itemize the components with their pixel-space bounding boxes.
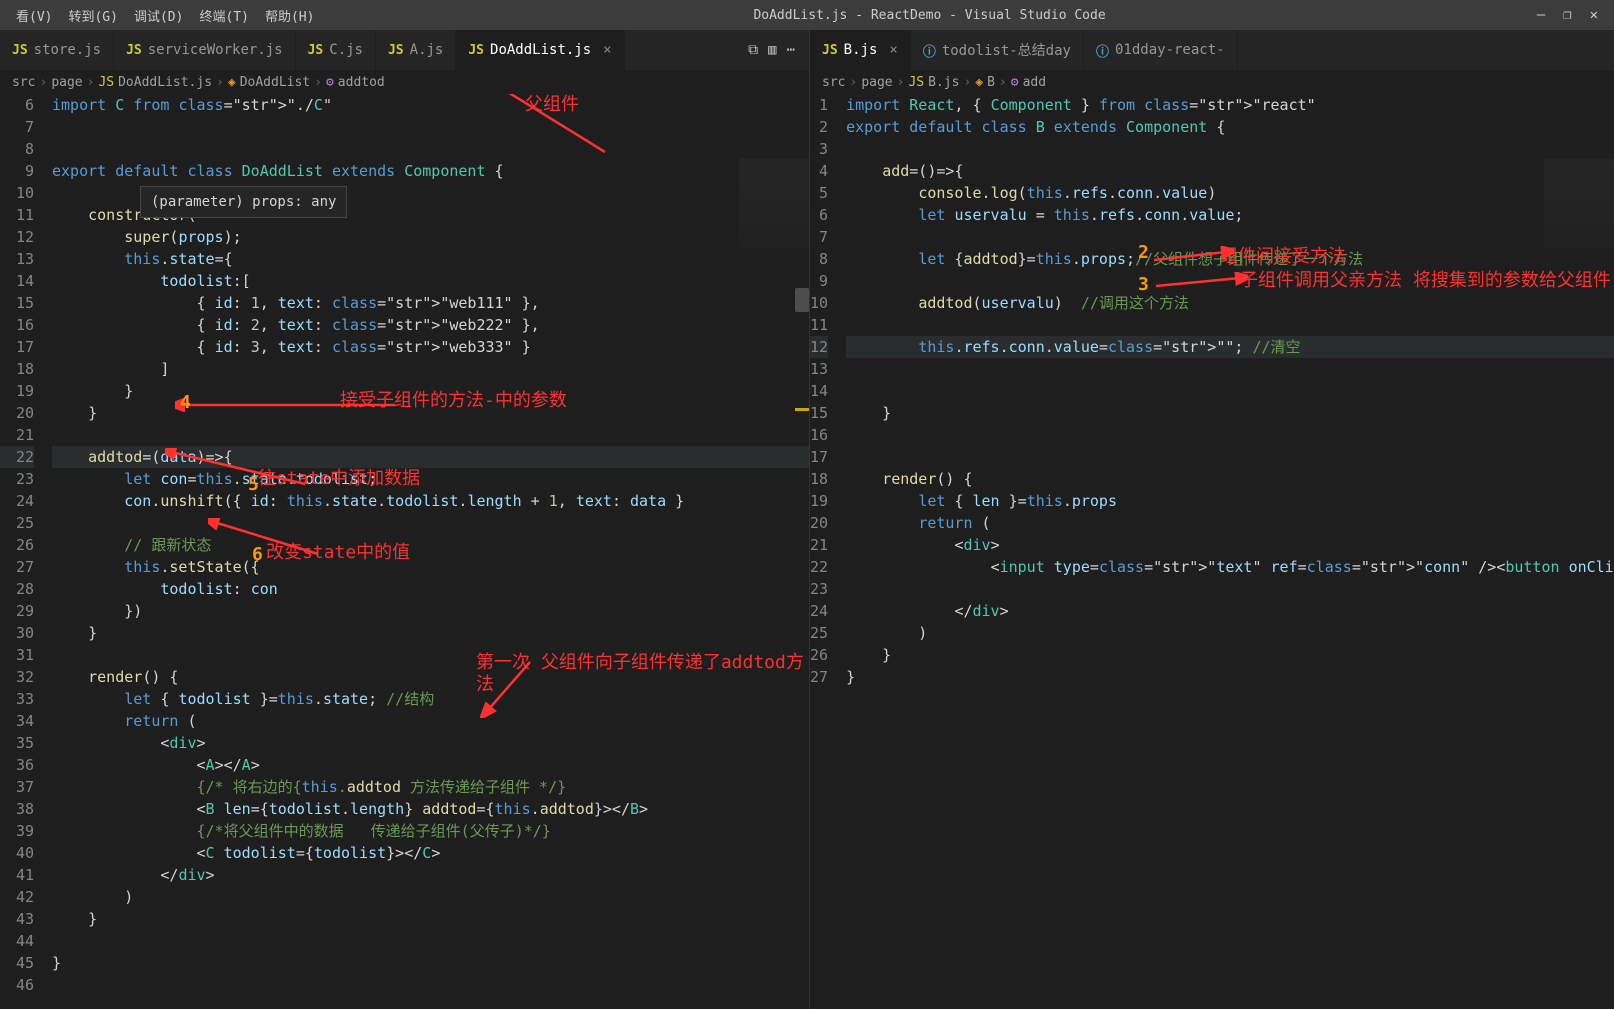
gutter: 6789101112131415161718192021222324252627…: [0, 94, 52, 1009]
menu-view[interactable]: 看(V): [8, 2, 60, 29]
tab-01dday[interactable]: ⓘ01dday-react-: [1084, 30, 1238, 70]
menu-help[interactable]: 帮助(H): [257, 2, 322, 29]
js-icon: JS: [12, 43, 28, 58]
js-icon: JS: [822, 43, 838, 58]
menu-debug[interactable]: 调试(D): [126, 2, 191, 29]
tab-a[interactable]: JSA.js: [376, 30, 456, 70]
annot-num-2: 2: [1138, 242, 1149, 264]
md-icon: ⓘ: [1096, 41, 1109, 60]
annot-num-3: 3: [1138, 274, 1149, 296]
tab-b[interactable]: JSB.js×: [810, 30, 911, 70]
parameter-hint: (parameter) props: any: [140, 186, 347, 218]
compare-icon[interactable]: ⧉: [748, 42, 758, 58]
tabs-right: JSB.js× ⓘtodolist-总结day ⓘ01dday-react-: [810, 30, 1614, 70]
split-view: JSstore.js JSserviceWorker.js JSC.js JSA…: [0, 30, 1614, 1009]
menu-terminal[interactable]: 终端(T): [191, 2, 256, 29]
tab-c[interactable]: JSC.js: [296, 30, 376, 70]
annot-num-6: 6: [252, 544, 263, 566]
maximize-icon[interactable]: ❐: [1563, 7, 1571, 23]
tab-actions-left: ⧉ ▥ ⋯: [748, 42, 809, 58]
split-icon[interactable]: ▥: [768, 42, 776, 58]
scrollbar[interactable]: [795, 158, 809, 1009]
close-icon[interactable]: ×: [889, 42, 897, 58]
tab-doaddlist[interactable]: JSDoAddList.js×: [456, 30, 624, 70]
editor-right[interactable]: 1234567891011121314151617181920212223242…: [810, 94, 1614, 1009]
breadcrumb[interactable]: src› page› JS B.js› ◈ B› ⚙ add: [810, 70, 1614, 94]
editor-pane-left: JSstore.js JSserviceWorker.js JSC.js JSA…: [0, 30, 810, 1009]
annot-num-5: 5: [248, 474, 259, 496]
js-icon: JS: [126, 43, 142, 58]
md-icon: ⓘ: [923, 41, 936, 60]
window-title: DoAddList.js - ReactDemo - Visual Studio…: [322, 8, 1536, 23]
menubar: 看(V) 转到(G) 调试(D) 终端(T) 帮助(H): [8, 2, 322, 29]
js-icon: JS: [388, 43, 404, 58]
tab-store[interactable]: JSstore.js: [0, 30, 114, 70]
gutter: 1234567891011121314151617181920212223242…: [810, 94, 846, 1009]
editor-pane-right: JSB.js× ⓘtodolist-总结day ⓘ01dday-react- s…: [810, 30, 1614, 1009]
minimize-icon[interactable]: —: [1537, 7, 1545, 23]
code-area[interactable]: import C from class="str">"./C" export d…: [52, 94, 809, 1009]
close-icon[interactable]: ×: [603, 42, 611, 58]
minimap[interactable]: [1544, 158, 1614, 248]
more-icon[interactable]: ⋯: [787, 42, 795, 58]
menu-goto[interactable]: 转到(G): [60, 2, 125, 29]
tab-todolist[interactable]: ⓘtodolist-总结day: [911, 30, 1084, 70]
tabs-left: JSstore.js JSserviceWorker.js JSC.js JSA…: [0, 30, 809, 70]
js-icon: JS: [308, 43, 324, 58]
window-controls: — ❐ ✕: [1537, 7, 1606, 23]
annot-num-4: 4: [180, 392, 191, 414]
editor-left[interactable]: 6789101112131415161718192021222324252627…: [0, 94, 809, 1009]
titlebar: 看(V) 转到(G) 调试(D) 终端(T) 帮助(H) DoAddList.j…: [0, 0, 1614, 30]
code-area[interactable]: import React, { Component } from class="…: [846, 94, 1614, 1009]
tab-serviceworker[interactable]: JSserviceWorker.js: [114, 30, 296, 70]
breadcrumb[interactable]: src› page› JS DoAddList.js› ◈ DoAddList›…: [0, 70, 809, 94]
js-icon: JS: [468, 43, 484, 58]
close-icon[interactable]: ✕: [1590, 7, 1598, 23]
